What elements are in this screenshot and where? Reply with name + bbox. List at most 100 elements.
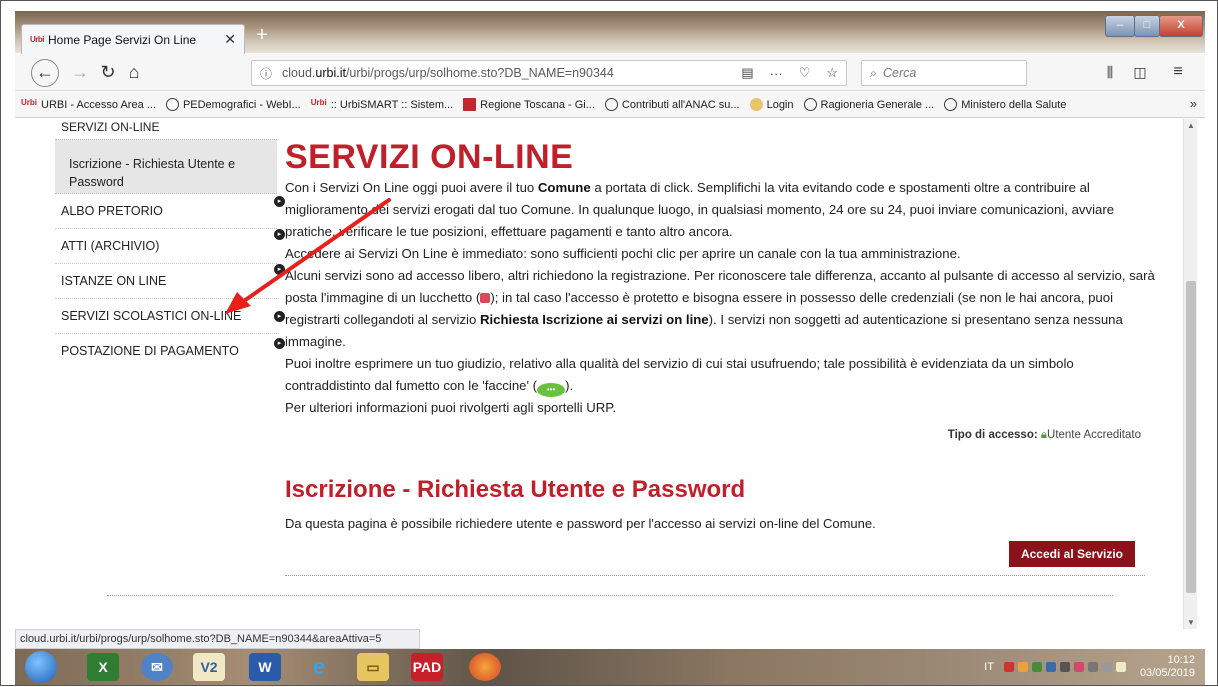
- bookmark-item[interactable]: Contributi all'ANAC su...: [604, 98, 740, 111]
- page-actions-icon[interactable]: ···: [770, 66, 783, 81]
- screenshot-frame: Urbi Home Page Servizi On Line ✕ + – □ X…: [0, 0, 1218, 686]
- status-bar-url: cloud.urbi.it/urbi/progs/urp/solhome.sto…: [15, 629, 420, 649]
- chevron-right-icon[interactable]: ▸: [274, 338, 285, 349]
- scroll-down-icon[interactable]: ▼: [1187, 618, 1195, 627]
- windows-start-icon[interactable]: [25, 651, 57, 683]
- chevron-right-icon[interactable]: ▸: [274, 311, 285, 322]
- sidebar-item-active[interactable]: Iscrizione - Richiesta Utente e Password: [55, 139, 277, 194]
- urbi-favicon-icon: Urbi: [30, 35, 45, 44]
- windows-taskbar: X ✉ V2 W e ▭ PAD IT 10:12 03/05/2019: [15, 649, 1205, 685]
- sidebar-item-label: POSTAZIONE DI PAGAMENTO: [61, 344, 239, 358]
- url-text: cloud.urbi.it/urbi/progs/urp/solhome.sto…: [282, 66, 614, 80]
- accedi-button[interactable]: Accedi al Servizio: [1008, 541, 1135, 567]
- chevron-right-icon[interactable]: ▸: [274, 229, 285, 240]
- site-info-icon[interactable]: ⓘ: [260, 65, 272, 82]
- clock[interactable]: 10:12 03/05/2019: [1140, 654, 1195, 680]
- close-window-button[interactable]: X: [1159, 15, 1203, 37]
- sidebar-header[interactable]: SERVIZI ON-LINE: [55, 119, 277, 139]
- section-title[interactable]: Iscrizione - Richiesta Utente e Password: [285, 476, 1161, 504]
- paragraph: Per ulteriori informazioni puoi rivolger…: [285, 400, 617, 415]
- chevron-right-icon[interactable]: ▸: [274, 264, 285, 275]
- home-icon[interactable]: ⌂: [121, 62, 147, 84]
- tray-app-icon[interactable]: [1017, 662, 1028, 672]
- tray-app-icon[interactable]: [1003, 662, 1014, 672]
- section-description: Da questa pagina è possibile richiedere …: [285, 516, 876, 531]
- bookmark-item[interactable]: Ministero della Salute: [944, 98, 1066, 111]
- bookmark-item[interactable]: Login: [749, 98, 794, 111]
- tray-app-icon[interactable]: [1031, 662, 1042, 672]
- maximize-button[interactable]: □: [1134, 15, 1160, 37]
- more-bookmarks-icon[interactable]: »: [1190, 96, 1197, 111]
- sidebar-item-label: ISTANZE ON LINE: [61, 274, 167, 288]
- close-tab-icon[interactable]: ✕: [224, 31, 236, 48]
- page-viewport: SERVIZI ON-LINE Iscrizione - Richiesta U…: [15, 119, 1183, 629]
- browser-tab[interactable]: Urbi Home Page Servizi On Line ✕: [21, 24, 245, 54]
- bookmark-star-icon[interactable]: ☆: [826, 65, 838, 81]
- sidebar-item-postazione-pagamento[interactable]: POSTAZIONE DI PAGAMENTO ▸: [55, 334, 285, 369]
- sidebar-menu: SERVIZI ON-LINE Iscrizione - Richiesta U…: [55, 119, 285, 369]
- back-arrow-icon[interactable]: ←: [31, 59, 59, 87]
- tray-app-icon[interactable]: [1059, 662, 1070, 672]
- volume-icon[interactable]: [1101, 662, 1112, 672]
- search-input[interactable]: ⌕ Cerca: [861, 60, 1027, 86]
- urbi-icon: Urbi: [310, 98, 327, 107]
- sidebar-item-istanze[interactable]: ISTANZE ON LINE ▸: [55, 264, 285, 299]
- paragraph: Con i Servizi On Line oggi puoi avere il…: [285, 180, 1115, 239]
- bookmark-item[interactable]: Regione Toscana - Gi...: [463, 98, 595, 111]
- paragraph: Puoi inoltre esprimere un tuo giudizio, …: [285, 353, 1161, 397]
- intro-text: Con i Servizi On Line oggi puoi avere il…: [285, 177, 1161, 419]
- sidebar-item-label: SERVIZI SCOLASTICI ON-LINE: [61, 309, 242, 323]
- divider: [107, 595, 1113, 596]
- lock-icon: [480, 293, 491, 303]
- v2-tray-icon[interactable]: [1115, 662, 1126, 672]
- tray-app-icon[interactable]: [1073, 662, 1084, 672]
- firefox-icon[interactable]: [469, 653, 501, 681]
- excel-icon[interactable]: X: [87, 653, 119, 681]
- sidebar-item-atti[interactable]: ATTI (ARCHIVIO) ▸: [55, 229, 285, 264]
- login-icon: [749, 98, 763, 111]
- pocket-icon[interactable]: ♡: [799, 65, 811, 81]
- page-scrollbar[interactable]: ▲ ▼: [1183, 119, 1197, 629]
- library-icon[interactable]: ⫼: [1097, 62, 1123, 84]
- sidebar-item-label: ALBO PRETORIO: [61, 204, 163, 218]
- bookmark-item[interactable]: Ragioneria Generale ...: [803, 98, 934, 111]
- scroll-up-icon[interactable]: ▲: [1187, 121, 1195, 130]
- clock-date: 03/05/2019: [1139, 667, 1195, 679]
- main-content: SERVIZI ON-LINE Con i Servizi On Line og…: [285, 139, 1161, 576]
- network-icon[interactable]: [1087, 662, 1098, 672]
- toscana-icon: [463, 98, 477, 111]
- file-explorer-icon[interactable]: ▭: [357, 653, 389, 681]
- search-icon: ⌕: [870, 65, 878, 80]
- urbi-icon: Urbi: [21, 98, 37, 107]
- clock-time: 10:12: [1167, 654, 1195, 666]
- pad-app-icon[interactable]: PAD: [411, 653, 443, 681]
- sidebar-item-albo-pretorio[interactable]: ALBO PRETORIO ▸: [55, 194, 285, 229]
- access-type: Tipo di accesso: 🔒︎Utente Accreditato: [947, 429, 1141, 441]
- chevron-right-icon[interactable]: ▸: [274, 196, 285, 207]
- forward-arrow-icon[interactable]: →: [67, 62, 93, 84]
- internet-explorer-icon[interactable]: e: [303, 653, 335, 681]
- minimize-button[interactable]: –: [1105, 15, 1135, 37]
- sidebar-item-label: ATTI (ARCHIVIO): [61, 239, 160, 253]
- new-tab-icon[interactable]: +: [251, 25, 273, 47]
- bookmark-item[interactable]: Urbi:: UrbiSMART :: Sistem...: [311, 98, 453, 111]
- globe-icon: [604, 98, 618, 111]
- sidebar-item-servizi-scolastici[interactable]: SERVIZI SCOLASTICI ON-LINE ▸: [55, 299, 285, 334]
- bookmark-item[interactable]: Urbi URBI - Accesso Area ...: [21, 98, 156, 111]
- reload-icon[interactable]: ↻: [95, 62, 121, 84]
- thunderbird-icon[interactable]: ✉: [141, 653, 173, 681]
- globe-icon: [165, 98, 179, 111]
- tray-app-icon[interactable]: [1045, 662, 1056, 672]
- scrollbar-thumb[interactable]: [1186, 281, 1196, 593]
- sidebar-toggle-icon[interactable]: ◫: [1127, 62, 1153, 84]
- v2-app-icon[interactable]: V2: [193, 653, 225, 681]
- word-icon[interactable]: W: [249, 653, 281, 681]
- divider: [285, 575, 1145, 576]
- url-bar[interactable]: ⓘ cloud.urbi.it/urbi/progs/urp/solhome.s…: [251, 60, 847, 86]
- menu-icon[interactable]: ≡: [1165, 62, 1191, 84]
- globe-icon: [803, 98, 817, 111]
- speech-bubble-faces-icon: •••: [537, 383, 566, 397]
- language-indicator[interactable]: IT: [984, 661, 994, 673]
- reader-view-icon[interactable]: ▤: [741, 65, 753, 81]
- bookmark-item[interactable]: PEDemografici - WebI...: [165, 98, 301, 111]
